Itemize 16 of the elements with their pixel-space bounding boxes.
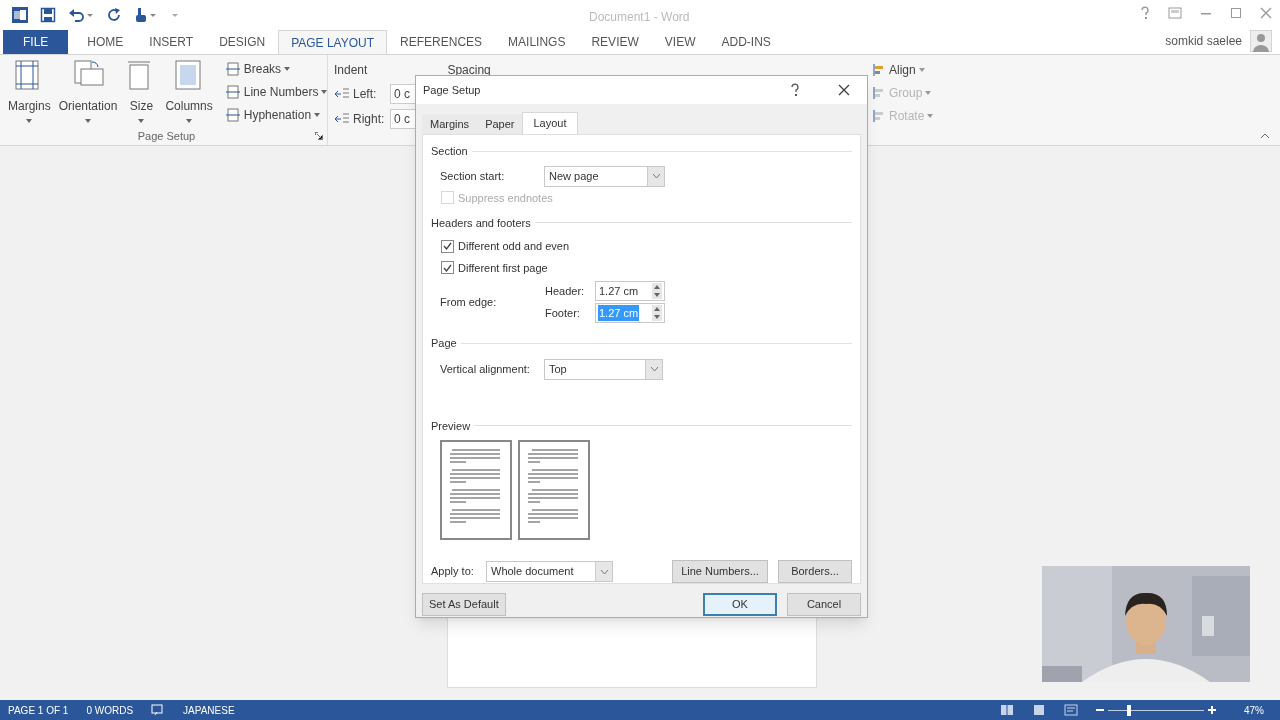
- field-label: Header:: [545, 283, 586, 299]
- group-heading: Preview: [431, 418, 471, 434]
- field-label: Left:: [353, 86, 378, 103]
- group-heading: Indent: [334, 62, 368, 79]
- field-label: Footer:: [545, 305, 581, 321]
- group-heading: Headers and footers: [431, 215, 531, 231]
- window-title: Document1 - Word: [589, 9, 690, 26]
- field-label: Apply to:: [431, 564, 475, 580]
- group-heading: Page: [431, 336, 457, 352]
- field-label: Section start:: [440, 168, 506, 184]
- group-heading: Section: [431, 144, 468, 159]
- group-label: Page Setup: [137, 128, 196, 144]
- field-label: From edge:: [440, 294, 498, 310]
- field-label: Right:: [353, 111, 386, 128]
- dialog-title: Page Setup: [423, 82, 482, 98]
- field-label: Vertical alignment:: [440, 361, 531, 377]
